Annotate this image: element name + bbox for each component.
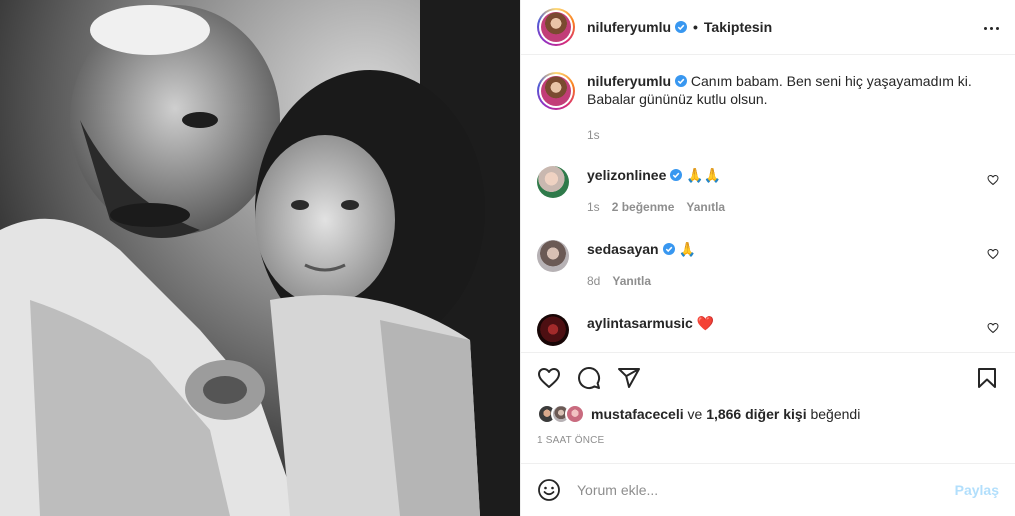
paper-plane-icon[interactable] bbox=[617, 366, 641, 390]
verified-badge-icon bbox=[675, 75, 688, 87]
heart-icon[interactable] bbox=[537, 366, 561, 390]
comment-text: 🙏🙏 bbox=[686, 167, 722, 183]
avatar[interactable] bbox=[537, 314, 569, 346]
post-comment-button[interactable]: Paylaş bbox=[955, 482, 999, 498]
comment-time[interactable]: 8d bbox=[587, 272, 600, 290]
comment-item: aylintasarmusic ❤️ bbox=[537, 314, 999, 346]
comment-username[interactable]: aylintasarmusic bbox=[587, 315, 693, 331]
verified-badge-icon bbox=[662, 243, 675, 255]
post-timestamp[interactable]: 1 SAAT ÖNCE bbox=[537, 435, 999, 446]
first-liker[interactable]: mustafaceceli bbox=[591, 406, 684, 422]
likes-count[interactable]: 1,866 diğer kişi bbox=[706, 406, 806, 422]
avatar[interactable] bbox=[537, 166, 569, 198]
avatar[interactable] bbox=[541, 12, 571, 42]
likes-summary: mustafaceceli ve 1,866 diğer kişi beğend… bbox=[537, 403, 999, 425]
verified-badge-icon bbox=[675, 21, 688, 33]
bookmark-icon[interactable] bbox=[975, 366, 999, 390]
avatar bbox=[565, 404, 585, 424]
verified-badge-icon bbox=[670, 169, 683, 181]
post-header: niluferyumlu • Takiptesin bbox=[521, 0, 1015, 55]
avatar[interactable] bbox=[537, 240, 569, 272]
comment-text: ❤️ bbox=[696, 315, 715, 331]
reply-button[interactable]: Yanıtla bbox=[686, 198, 725, 216]
comment-item: yelizonlinee 🙏🙏 1s 2 beğenme Yanıtla bbox=[537, 166, 999, 216]
caption-username[interactable]: niluferyumlu bbox=[587, 73, 671, 89]
comment-heart-icon[interactable] bbox=[987, 248, 999, 260]
story-ring[interactable] bbox=[537, 8, 575, 46]
comment-text: 🙏 bbox=[678, 241, 696, 257]
more-options-icon[interactable] bbox=[981, 18, 1001, 38]
comments-list: niluferyumlu Canım babam. Ben seni hiç y… bbox=[521, 56, 1015, 352]
comment-likes[interactable]: 2 beğenme bbox=[612, 198, 675, 216]
caption-time[interactable]: 1s bbox=[587, 126, 600, 144]
reply-button[interactable]: Yanıtla bbox=[612, 272, 651, 290]
comment-time[interactable]: 1s bbox=[587, 198, 600, 216]
comment-username[interactable]: yelizonlinee bbox=[587, 167, 666, 183]
black-and-white-photo-father-daughter bbox=[0, 0, 520, 516]
likes-joiner: ve bbox=[687, 406, 703, 422]
post-actions: mustafaceceli ve 1,866 diğer kişi beğend… bbox=[521, 352, 1015, 446]
caption: niluferyumlu Canım babam. Ben seni hiç y… bbox=[537, 72, 999, 144]
comment-input[interactable] bbox=[577, 482, 955, 498]
header-username[interactable]: niluferyumlu bbox=[587, 19, 671, 35]
following-button[interactable]: Takiptesin bbox=[704, 19, 772, 35]
post-side-panel: niluferyumlu • Takiptesin niluferyumlu C… bbox=[520, 0, 1015, 516]
avatar[interactable] bbox=[541, 76, 571, 106]
likes-suffix: beğendi bbox=[810, 406, 861, 422]
comment-heart-icon[interactable] bbox=[987, 174, 999, 186]
comment-username[interactable]: sedasayan bbox=[587, 241, 659, 257]
emoji-icon[interactable] bbox=[537, 478, 561, 502]
post-photo[interactable] bbox=[0, 0, 520, 516]
add-comment-bar: Paylaş bbox=[521, 463, 1015, 516]
caption-story-ring[interactable] bbox=[537, 72, 575, 110]
comment-icon[interactable] bbox=[577, 366, 601, 390]
liker-avatars[interactable] bbox=[537, 404, 585, 424]
comment-item: sedasayan 🙏 8d Yanıtla bbox=[537, 240, 999, 290]
comment-heart-icon[interactable] bbox=[987, 322, 999, 334]
separator-dot: • bbox=[693, 19, 698, 35]
